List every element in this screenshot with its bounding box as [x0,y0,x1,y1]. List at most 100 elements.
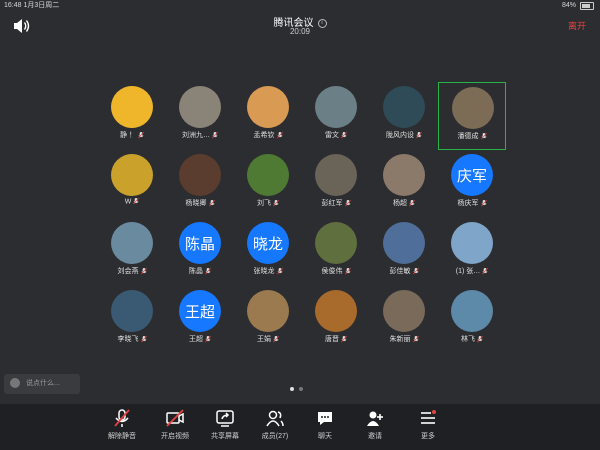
battery-icon [580,2,594,10]
avatar [111,154,153,196]
avatar [451,222,493,264]
participant-name: 朱新丽 [370,334,438,344]
participant-name: 杨超 [370,198,438,208]
chat-icon [318,412,332,425]
participant-name: 陈晶 [166,266,234,276]
avatar [383,154,425,196]
mic-muted-icon [273,199,279,207]
participant-tile[interactable]: 刘会燕 [98,218,166,286]
avatar [315,222,357,264]
avatar [111,86,153,128]
participant-tile[interactable]: 唐晋 [302,286,370,354]
participant-tile[interactable]: 王娟 [234,286,302,354]
participant-tile[interactable]: 彭红军 [302,150,370,218]
participant-tile[interactable]: 潘德成 [438,82,506,150]
avatar [452,87,494,129]
mic-muted-icon [477,335,483,343]
avatar [383,290,425,332]
mic-muted-icon [133,198,140,205]
participant-tile[interactable]: 刘飞 [234,150,302,218]
avatar: 晓龙 [247,222,289,264]
mic-muted-icon [205,267,211,275]
participant-tile[interactable]: (1) 张… [438,218,506,286]
toolbar-label: 共享屏幕 [211,433,239,440]
participant-tile[interactable]: 刘洲九… [166,82,234,150]
toolbar-label: 解除静音 [108,433,136,440]
battery-percent: 84% [561,2,576,9]
mic-muted-icon [416,131,422,139]
invite-button[interactable]: 邀请 [350,408,400,441]
participant-tile[interactable]: 李晓飞 [98,286,166,354]
participant-tile[interactable]: 晓龙 张晓龙 [234,218,302,286]
chat-input[interactable]: 说点什么... [4,374,80,394]
avatar [315,154,357,196]
participant-tile[interactable]: 王超 王超 [166,286,234,354]
participant-name: 雷文 [302,130,370,140]
mic-muted-icon [480,132,487,140]
mic-muted-icon [409,199,415,207]
participant-name: 侯俊伟 [302,266,370,276]
participant-name: 林飞 [438,334,506,344]
chat-placeholder: 说点什么... [26,380,60,387]
participant-name: 王超 [166,334,234,344]
page-dot-active [290,387,294,391]
mic-muted-icon [205,335,211,343]
participant-name: 刘会燕 [98,266,166,276]
toolbar-label: 聊天 [318,433,332,440]
avatar [315,290,357,332]
participant-tile[interactable]: 朱新丽 [370,286,438,354]
status-bar: 16:48 1月3日周二 84% [0,0,600,12]
participant-name: 彭红军 [302,198,370,208]
participant-tile[interactable]: 陈晶 陈晶 [166,218,234,286]
participant-name: 彭佳敏 [370,266,438,276]
page-dot [299,387,303,391]
participant-name: 潘德成 [439,131,505,141]
participant-tile[interactable]: 孟希钦 [234,82,302,150]
mic-muted-icon [482,267,489,275]
status-date: 1月3日周二 [23,2,60,9]
avatar [451,290,493,332]
bottom-toolbar: 解除静音 开启视频 共享屏幕 成员(27) 聊天 邀请 更多 [0,404,600,450]
participant-name: 刘飞 [234,198,302,208]
video-off-icon [166,409,184,427]
avatar: 王超 [179,290,221,332]
meeting-timer: 20:09 [289,27,311,36]
participant-tile[interactable]: 陇风内设 [370,82,438,150]
mic-muted-icon [412,267,419,275]
participant-tile[interactable]: 林飞 [438,286,506,354]
mic-muted-icon [138,131,144,139]
mic-muted-icon [276,131,283,139]
leave-button[interactable]: 离开 [568,19,586,32]
mic-muted-icon [412,335,419,343]
more-icon [421,410,436,424]
participant-tile[interactable]: 雷文 [302,82,370,150]
mic-muted-icon [344,199,351,207]
more-button[interactable]: 更多 [403,408,453,441]
share-screen-icon [216,410,234,427]
page-indicator [290,387,303,391]
video-off-button[interactable]: 开启视频 [150,408,200,441]
participant-tile[interactable]: 庆军 杨庆军 [438,150,506,218]
mic-muted-icon [140,335,147,343]
avatar: 庆军 [451,154,493,196]
mic-muted-button[interactable]: 解除静音 [97,408,147,441]
mic-muted-icon [344,267,351,275]
participant-tile[interactable]: 静 ！ [98,82,166,150]
participant-tile[interactable]: 杨超 [370,150,438,218]
participant-tile[interactable]: 侯俊伟 [302,218,370,286]
mic-muted-icon [212,131,218,139]
avatar [179,86,221,128]
share-screen-button[interactable]: 共享屏幕 [200,408,250,441]
participant-name: 孟希钦 [234,130,302,140]
participant-tile[interactable]: 彭佳敏 [370,218,438,286]
avatar-initials: 晓龙 [252,235,283,253]
participant-name: 李晓飞 [98,334,166,344]
participant-tile[interactable]: 杨晓卿 [166,150,234,218]
mic-muted-icon [208,199,215,207]
meeting-header: 腾讯会议 i 20:09 离开 [0,12,600,40]
mic-muted-icon [114,409,130,427]
members-button[interactable]: 成员(27) [250,408,300,441]
participant-tile[interactable]: W [98,150,166,218]
chat-button[interactable]: 聊天 [300,408,350,441]
mic-muted-icon [480,199,487,207]
